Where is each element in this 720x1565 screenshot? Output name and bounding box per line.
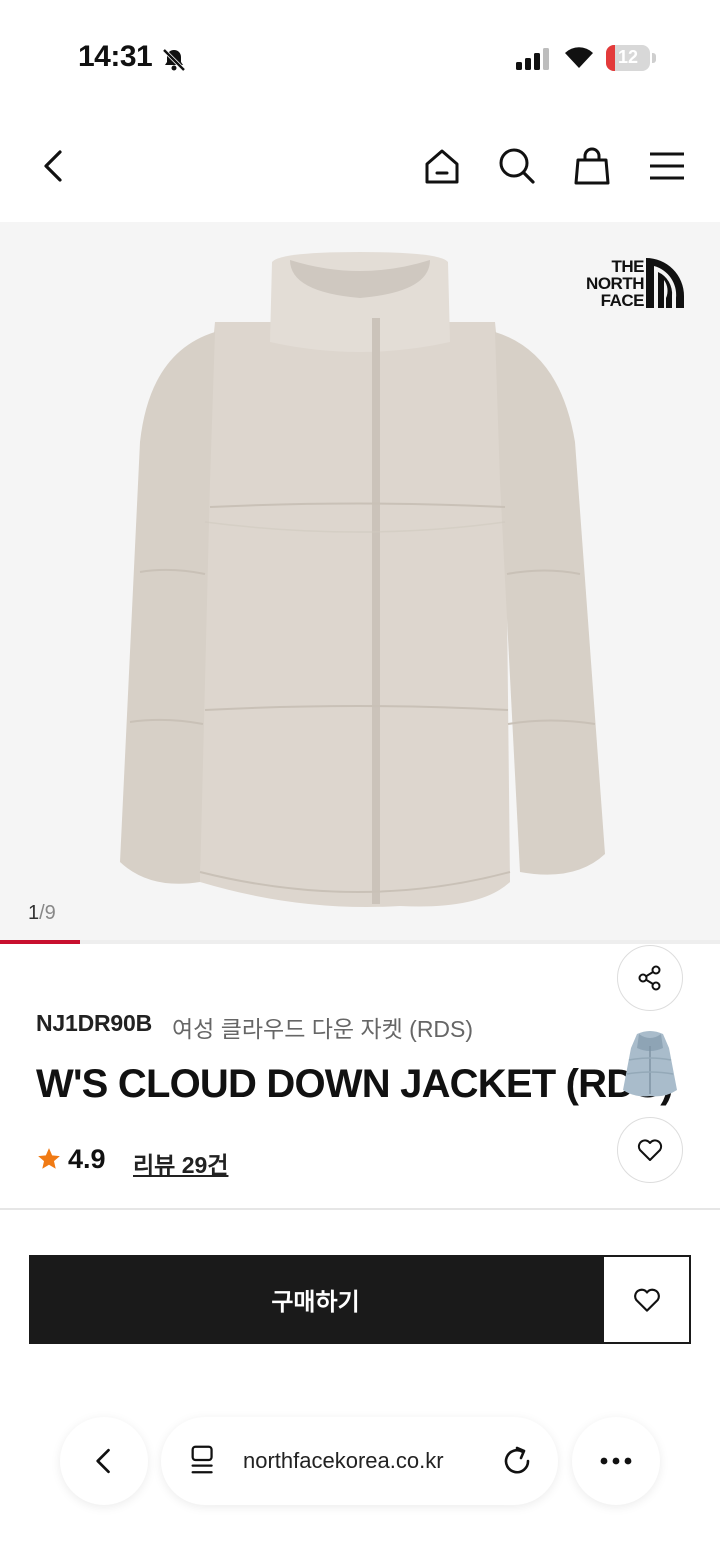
back-chevron-icon bbox=[96, 1448, 110, 1474]
star-icon bbox=[36, 1146, 62, 1172]
status-time: 14:31 bbox=[78, 40, 153, 73]
battery-icon: 12 bbox=[606, 45, 650, 71]
gallery-progress-fill bbox=[0, 940, 80, 944]
reload-icon[interactable] bbox=[499, 1443, 535, 1479]
browser-back-button[interactable] bbox=[60, 1417, 148, 1505]
heart-icon bbox=[633, 1288, 660, 1312]
battery-nub bbox=[652, 53, 656, 63]
wishlist-button[interactable] bbox=[617, 1117, 683, 1183]
product-title: W'S CLOUD DOWN JACKET (RDS) bbox=[36, 1062, 674, 1106]
wifi-icon bbox=[562, 44, 596, 70]
rating-value: 4.9 bbox=[68, 1144, 106, 1174]
product-image[interactable]: THE NORTH FACE bbox=[0, 222, 720, 944]
image-counter-current: 1 bbox=[28, 902, 40, 924]
tabs-icon[interactable] bbox=[187, 1443, 221, 1477]
half-dome-icon bbox=[646, 258, 684, 308]
back-chevron-icon[interactable] bbox=[32, 144, 76, 188]
image-counter-total: /9 bbox=[39, 902, 56, 924]
gallery-progress bbox=[0, 940, 720, 944]
share-icon bbox=[638, 965, 661, 991]
menu-icon[interactable] bbox=[645, 144, 689, 188]
buy-bar-wishlist-button[interactable] bbox=[602, 1255, 691, 1344]
battery-percent: 12 bbox=[617, 47, 639, 67]
product-name-ko: 여성 클라우드 다운 자켓 (RDS) bbox=[172, 1016, 474, 1042]
color-thumbnail[interactable] bbox=[617, 1028, 683, 1100]
bell-slash-icon bbox=[160, 46, 188, 74]
section-divider bbox=[0, 1208, 720, 1210]
search-icon[interactable] bbox=[495, 144, 539, 188]
jacket-illustration bbox=[120, 252, 605, 907]
share-button[interactable] bbox=[617, 945, 683, 1011]
heart-icon bbox=[637, 1139, 663, 1161]
shopping-bag-icon[interactable] bbox=[570, 144, 614, 188]
buy-button[interactable]: 구매하기 bbox=[29, 1255, 602, 1344]
review-count-link[interactable]: 리뷰 29건 bbox=[133, 1146, 228, 1180]
more-button[interactable] bbox=[572, 1417, 660, 1505]
brand-logo: THE NORTH FACE bbox=[574, 258, 686, 310]
logo-line-2: NORTH bbox=[586, 274, 644, 293]
home-icon[interactable] bbox=[420, 144, 464, 188]
product-code: NJ1DR90B bbox=[36, 1010, 153, 1036]
signal-icon bbox=[516, 48, 550, 70]
url-text: northfacekorea.co.kr bbox=[243, 1448, 444, 1473]
logo-line-1: THE bbox=[611, 257, 645, 276]
image-counter: 1/9 bbox=[28, 902, 56, 925]
logo-line-3: FACE bbox=[600, 291, 645, 310]
address-bar[interactable]: northfacekorea.co.kr bbox=[161, 1417, 558, 1505]
more-icon bbox=[600, 1457, 632, 1465]
